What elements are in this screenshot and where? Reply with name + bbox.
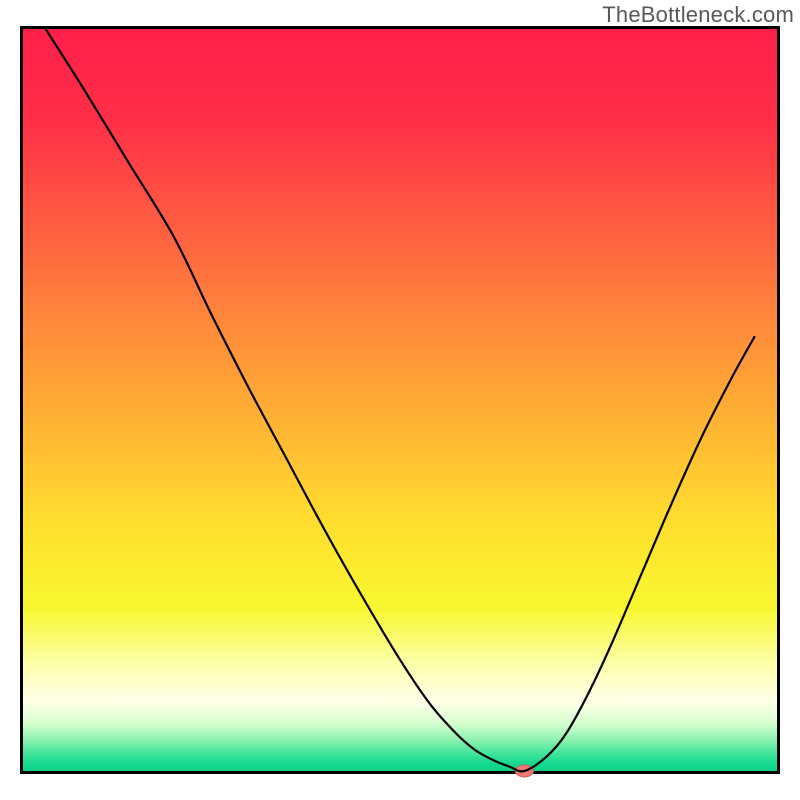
bottleneck-chart	[0, 0, 800, 800]
watermark-text: TheBottleneck.com	[602, 2, 794, 28]
